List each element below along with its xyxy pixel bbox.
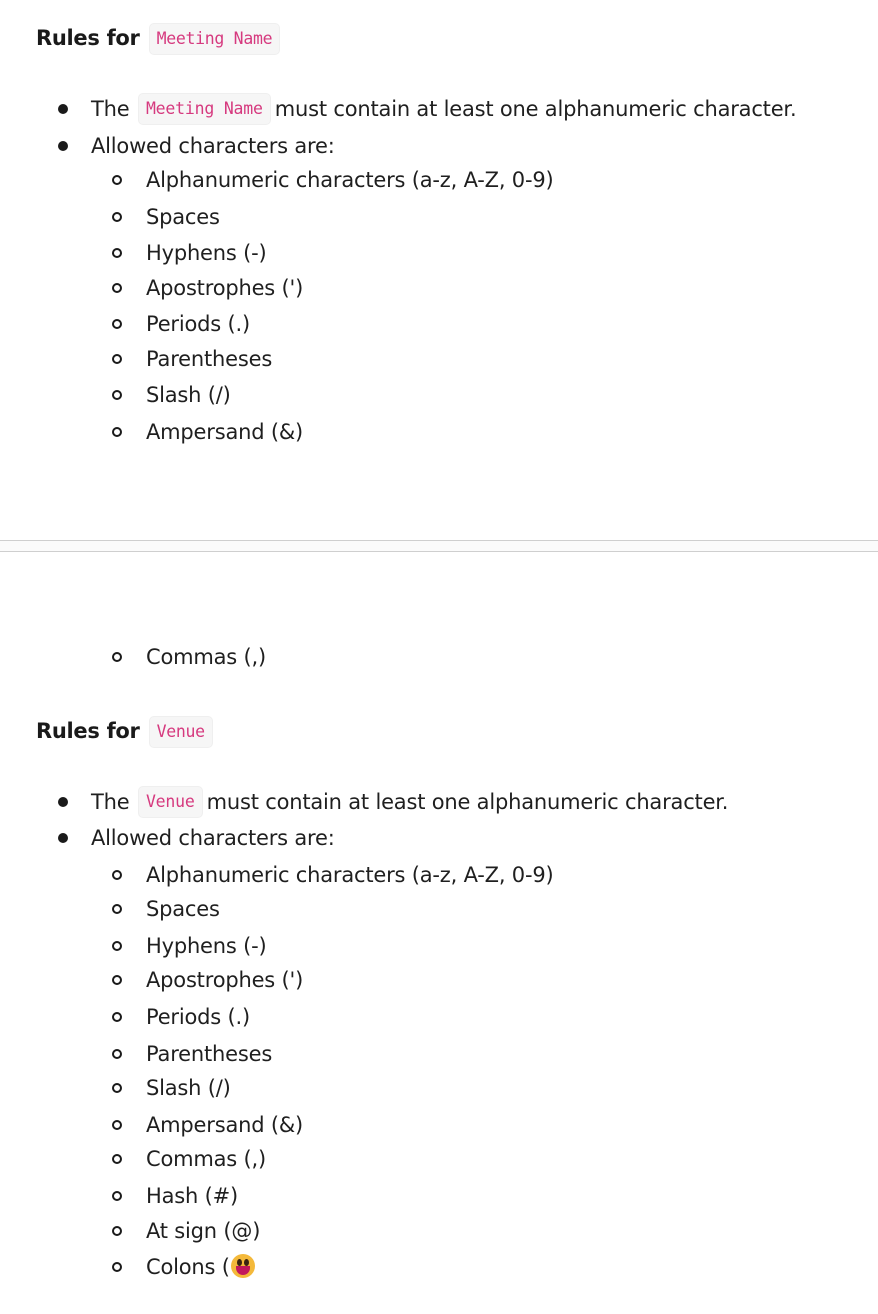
bullet-disc-icon	[58, 141, 68, 151]
bullet-circle-icon	[112, 1049, 122, 1059]
bullet-circle-icon	[112, 175, 122, 185]
rule-text-before: The	[91, 790, 130, 814]
list-item-text: Apostrophes (')	[146, 276, 304, 300]
bullet-circle-icon	[112, 975, 122, 985]
bullet-circle-icon	[112, 941, 122, 951]
rule-text-after: must contain at least one alphanumeric c…	[274, 97, 797, 121]
bullet-circle-icon	[112, 248, 122, 258]
heading-prefix: Rules for	[36, 719, 140, 743]
list-item-text: At sign (@)	[146, 1219, 261, 1243]
bullet-circle-icon	[112, 283, 122, 293]
bullet-circle-icon	[112, 870, 122, 880]
rule-inline-code: Venue	[137, 786, 203, 818]
rule-text-after: must contain at least one alphanumeric c…	[206, 790, 729, 814]
bullet-circle-icon	[112, 427, 122, 437]
list-item-text: Hyphens (-)	[146, 934, 267, 958]
list-item-text: Colons (	[146, 1255, 230, 1279]
allowed-characters-label: Allowed characters are:	[91, 826, 335, 850]
bullet-disc-icon	[58, 833, 68, 843]
list-item-text: Apostrophes (')	[146, 968, 304, 992]
page-divider	[0, 540, 878, 552]
allowed-characters-label: Allowed characters are:	[91, 134, 335, 158]
bullet-circle-icon	[112, 1012, 122, 1022]
rule-text-before: The	[91, 97, 130, 121]
heading-code-venue: Venue	[148, 716, 213, 748]
section-heading-meeting-name: Rules for Meeting Name	[36, 22, 281, 55]
bullet-circle-icon	[112, 1083, 122, 1093]
bullet-circle-icon	[112, 1120, 122, 1130]
list-item-text: Spaces	[146, 897, 220, 921]
bullet-circle-icon	[112, 212, 122, 222]
bullet-circle-icon	[112, 652, 122, 662]
bullet-circle-icon	[112, 1191, 122, 1201]
bullet-circle-icon	[112, 390, 122, 400]
list-item-text: Periods (.)	[146, 1005, 250, 1029]
heading-prefix: Rules for	[36, 26, 140, 50]
list-item-text: Periods (.)	[146, 312, 250, 336]
bullet-disc-icon	[58, 797, 68, 807]
list-item-text: Ampersand (&)	[146, 1113, 303, 1137]
bullet-circle-icon	[112, 904, 122, 914]
list-item-text: Parentheses	[146, 1042, 273, 1066]
bullet-circle-icon	[112, 1262, 122, 1272]
list-item-text: Commas (,)	[146, 1147, 266, 1171]
heading-code-meeting-name: Meeting Name	[148, 23, 281, 55]
list-item-text: Slash (/)	[146, 383, 231, 407]
list-item-text: Alphanumeric characters (a-z, A-Z, 0-9)	[146, 863, 554, 887]
list-item-text: Slash (/)	[146, 1076, 231, 1100]
list-item-text: Commas (,)	[146, 645, 266, 669]
list-item-text: Parentheses	[146, 347, 273, 371]
bullet-circle-icon	[112, 1226, 122, 1236]
bullet-circle-icon	[112, 1154, 122, 1164]
bullet-circle-icon	[112, 354, 122, 364]
grinning-face-emoji-icon	[230, 1254, 255, 1278]
section-heading-venue: Rules for Venue	[36, 715, 213, 748]
list-item-text: Ampersand (&)	[146, 420, 303, 444]
list-item-text: Hash (#)	[146, 1184, 238, 1208]
rule-inline-code: Meeting Name	[137, 93, 271, 125]
list-item-text: Hyphens (-)	[146, 241, 267, 265]
list-item-text: Alphanumeric characters (a-z, A-Z, 0-9)	[146, 168, 554, 192]
bullet-circle-icon	[112, 319, 122, 329]
list-item-text: Spaces	[146, 205, 220, 229]
bullet-disc-icon	[58, 104, 68, 114]
